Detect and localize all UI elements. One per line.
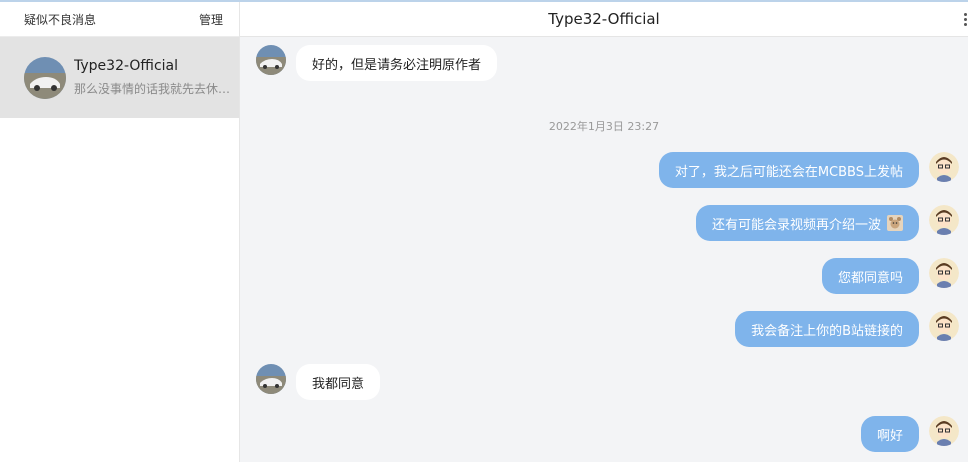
message-bubble: 您都同意吗: [821, 258, 919, 294]
message-bubble: 好的，但是请务必注明原作者: [296, 45, 498, 81]
message-bubble: 对了，我之后可能还会在MCBBS上发帖: [658, 152, 919, 188]
timestamp: 2022年1月3日 23:27: [548, 120, 660, 133]
chat-header: Type32-Official: [240, 2, 968, 37]
message-bubble: 我会备注上你的B站链接的: [735, 311, 919, 347]
app-window: 疑似不良消息 管理 Type32-Official 那么没事情的话我就先去休… …: [0, 0, 968, 462]
sidebar-title: 疑似不良消息: [24, 12, 97, 27]
message-bubble: 还有可能会录视频再介绍一波: [695, 205, 919, 241]
conversation-item[interactable]: Type32-Official 那么没事情的话我就先去休…: [0, 37, 239, 118]
message-text: 还有可能会录视频再介绍一波: [711, 217, 881, 233]
cartoon-avatar-icon[interactable]: [929, 205, 959, 235]
car-avatar-icon[interactable]: [256, 45, 286, 75]
cartoon-avatar-icon[interactable]: [929, 258, 959, 288]
chat-panel: Type32-Official 好的，但是请务必注明原作者 2022年1月3日 …: [240, 2, 968, 462]
car-avatar-icon[interactable]: [256, 364, 286, 394]
conversation-preview: 那么没事情的话我就先去休…: [74, 82, 230, 96]
car-avatar-icon: [24, 56, 66, 99]
chat-title: Type32-Official: [548, 10, 660, 28]
conversation-text: Type32-Official 那么没事情的话我就先去休…: [74, 58, 230, 97]
cartoon-avatar-icon[interactable]: [929, 152, 959, 182]
sidebar-header: 疑似不良消息 管理: [0, 2, 239, 37]
sidebar: 疑似不良消息 管理 Type32-Official 那么没事情的话我就先去休…: [0, 2, 240, 462]
cartoon-avatar-icon[interactable]: [929, 416, 959, 446]
conversation-name: Type32-Official: [74, 58, 179, 74]
manage-button[interactable]: 管理: [199, 11, 223, 28]
cartoon-avatar-icon[interactable]: [929, 311, 959, 341]
bear-emoji-icon: [887, 215, 903, 231]
message-bubble: 我都同意: [296, 364, 381, 400]
message-bubble: 啊好: [860, 416, 919, 452]
more-vertical-icon[interactable]: [964, 13, 968, 27]
